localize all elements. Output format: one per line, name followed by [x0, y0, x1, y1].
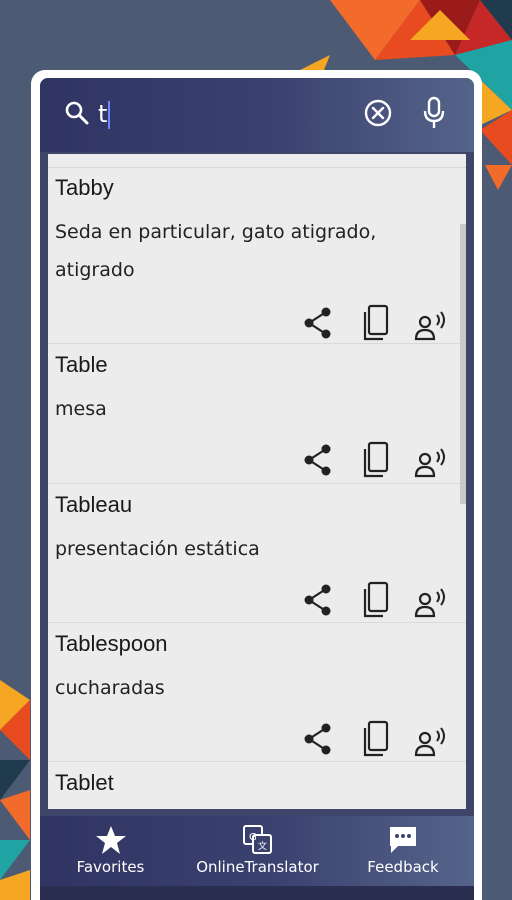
- feedback-icon: [390, 827, 416, 853]
- speak-icon[interactable]: [414, 580, 450, 620]
- copy-icon[interactable]: [357, 440, 393, 480]
- search-input-value: t: [98, 100, 108, 128]
- results-list[interactable]: Tabby Seda en particular, gato atigrado,…: [48, 154, 466, 809]
- nav-favorites-label: Favorites: [76, 858, 145, 876]
- nav-feedback[interactable]: Feedback: [358, 816, 448, 886]
- entry-actions: [292, 719, 452, 759]
- list-item[interactable]: Tableau presentación estática: [48, 484, 466, 623]
- copy-icon[interactable]: [357, 580, 393, 620]
- speak-icon[interactable]: [414, 303, 450, 343]
- system-bar: [40, 886, 474, 900]
- entry-word: Tablet: [55, 770, 114, 795]
- app-screen: t Tabby Seda en particular, gato atigrad…: [40, 78, 474, 900]
- entry-translation: mesa: [55, 398, 107, 420]
- nav-online-translator-label: OnlineTranslator: [196, 858, 319, 876]
- entry-translation: Seda en particular, gato atigrado, atigr…: [55, 221, 377, 281]
- share-icon[interactable]: [300, 580, 336, 620]
- svg-text:G: G: [249, 832, 257, 843]
- mic-icon[interactable]: [422, 96, 446, 130]
- list-item[interactable]: Tablespoon cucharadas: [48, 623, 466, 762]
- share-icon[interactable]: [300, 719, 336, 759]
- list-item-partial: [48, 154, 466, 168]
- entry-translation: cucharadas: [55, 677, 165, 699]
- star-icon: [95, 826, 126, 854]
- entry-word: Tabby: [55, 175, 114, 200]
- list-item[interactable]: Table mesa: [48, 344, 466, 484]
- entry-translation: presentación estática: [55, 538, 260, 560]
- entry-word: Tableau: [55, 492, 133, 517]
- share-icon[interactable]: [300, 440, 336, 480]
- entry-actions: [292, 303, 452, 343]
- nav-online-translator[interactable]: G 文 OnlineTranslator: [190, 816, 325, 886]
- bottom-navigation: Favorites G 文 OnlineTranslator Feedback: [40, 816, 474, 886]
- share-icon[interactable]: [300, 303, 336, 343]
- search-input[interactable]: t: [98, 98, 328, 130]
- speak-icon[interactable]: [414, 440, 450, 480]
- speak-icon[interactable]: [414, 719, 450, 759]
- nav-feedback-label: Feedback: [367, 858, 439, 876]
- text-caret: [108, 101, 111, 129]
- entry-word: Table: [55, 352, 108, 377]
- nav-favorites[interactable]: Favorites: [58, 816, 163, 886]
- clear-icon[interactable]: [363, 98, 393, 128]
- svg-text:文: 文: [258, 840, 267, 852]
- search-bar: t: [40, 78, 474, 152]
- list-item[interactable]: Tabby Seda en particular, gato atigrado,…: [48, 169, 466, 344]
- scrollbar[interactable]: [460, 224, 466, 504]
- entry-word: Tablespoon: [55, 631, 168, 656]
- translate-icon: G 文: [242, 825, 272, 854]
- copy-icon[interactable]: [357, 719, 393, 759]
- list-item[interactable]: Tablet: [48, 762, 466, 809]
- copy-icon[interactable]: [357, 303, 393, 343]
- entry-actions: [292, 440, 452, 480]
- entry-actions: [292, 580, 452, 620]
- search-icon[interactable]: [64, 100, 90, 126]
